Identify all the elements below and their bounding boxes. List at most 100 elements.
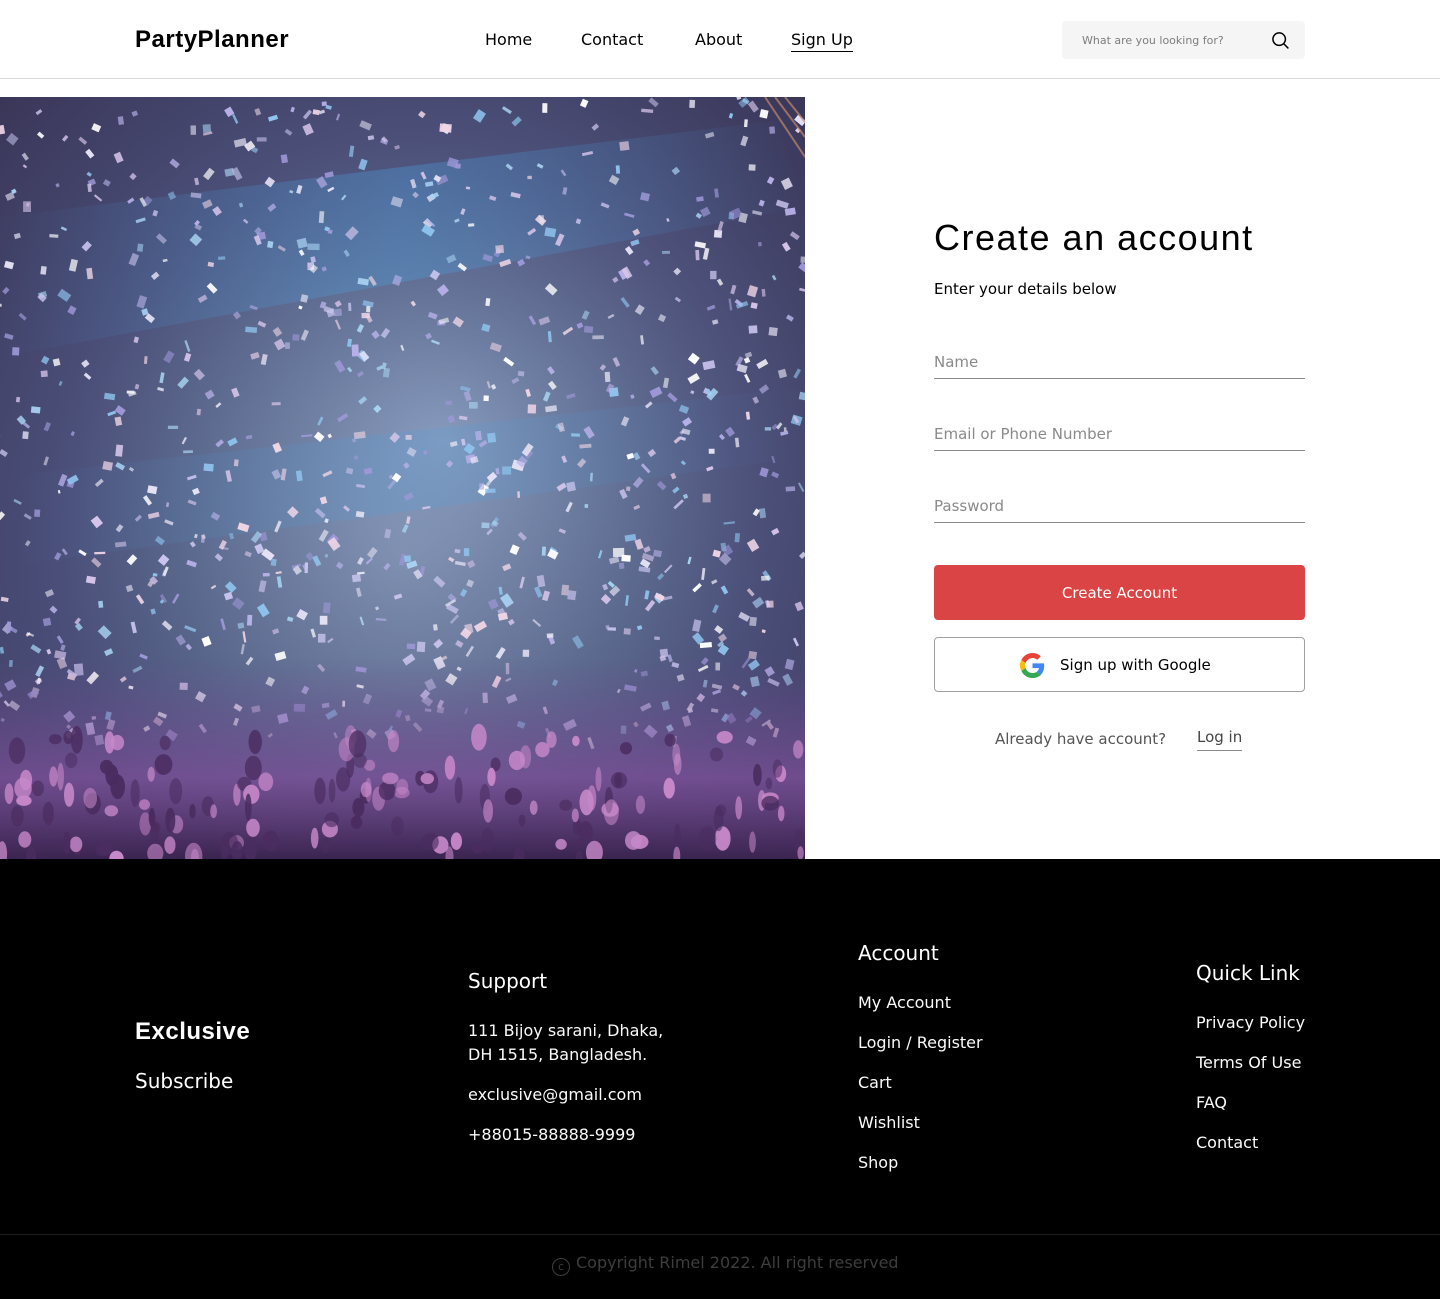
form-subtitle: Enter your details below <box>934 280 1117 298</box>
crowd-hand <box>420 773 434 785</box>
crowd-hand <box>262 830 280 852</box>
confetti-piece <box>307 243 320 251</box>
crowd-hand <box>471 723 487 751</box>
crowd-hand <box>454 776 463 804</box>
crowd-hand <box>635 795 646 814</box>
confetti-piece <box>785 486 796 492</box>
crowd-hand <box>65 752 78 768</box>
copyright: c Copyright Rimel 2022. All right reserve… <box>552 1252 899 1276</box>
confetti-piece <box>615 165 621 174</box>
footer-support-heading: Support <box>468 969 548 993</box>
crowd-hand <box>535 742 550 758</box>
confetti-piece <box>743 119 748 128</box>
crowd-hand <box>571 808 579 823</box>
confetti-piece <box>94 551 106 555</box>
confetti-piece <box>483 395 489 402</box>
crowd-hand <box>587 785 597 811</box>
crowd-hand <box>248 729 262 755</box>
confetti-piece <box>487 432 497 443</box>
footer-address-line2: DH 1515, Bangladesh. <box>468 1045 648 1064</box>
email-phone-field[interactable] <box>934 417 1305 451</box>
search-bar <box>1062 21 1305 59</box>
site-logo[interactable]: PartyPlanner <box>135 24 289 56</box>
nav-home[interactable]: Home <box>485 30 532 50</box>
confetti-piece <box>571 433 580 437</box>
confetti-piece <box>757 241 762 247</box>
confetti-piece <box>761 575 770 581</box>
crowd-hand <box>57 762 64 791</box>
confetti-piece <box>710 270 717 280</box>
confetti-piece <box>495 244 505 254</box>
crowd-hand <box>578 821 593 845</box>
footer-quick-link-heading: Quick Link <box>1196 961 1300 985</box>
crowd-hand <box>595 766 602 792</box>
name-field[interactable] <box>934 345 1305 379</box>
crowd-hand <box>246 818 260 837</box>
crowd-hand <box>4 783 14 805</box>
confetti-piece <box>612 547 625 557</box>
crowd-hand <box>481 827 495 852</box>
confetti-piece <box>583 325 594 334</box>
google-signup-button[interactable]: Sign up with Google <box>934 637 1305 692</box>
confetti-piece <box>98 600 104 608</box>
confetti-piece <box>30 406 41 414</box>
nav-contact[interactable]: Contact <box>581 30 643 50</box>
confetti-piece <box>196 408 201 416</box>
footer-link-privacy-policy[interactable]: Privacy Policy <box>1196 1012 1305 1034</box>
confetti-piece <box>654 636 660 641</box>
crowd-hand <box>148 807 156 828</box>
confetti-piece <box>618 562 625 570</box>
footer-link-wishlist[interactable]: Wishlist <box>858 1112 920 1134</box>
confetti-piece <box>382 367 390 378</box>
confetti-piece <box>416 641 426 653</box>
password-field[interactable] <box>934 489 1305 523</box>
confetti-piece <box>183 450 193 454</box>
crowd-hand <box>310 827 319 849</box>
search-input[interactable] <box>1082 30 1262 50</box>
crowd-hand <box>391 816 404 837</box>
confetti-piece <box>749 616 757 627</box>
crowd-hand <box>328 778 336 803</box>
crowd-hand <box>48 734 62 745</box>
footer-account-heading: Account <box>858 941 939 965</box>
footer-phone[interactable]: +88015-88888-9999 <box>468 1123 635 1147</box>
footer-link-terms-of-use[interactable]: Terms Of Use <box>1196 1052 1301 1074</box>
confetti-piece <box>623 628 631 635</box>
confetti-piece <box>237 622 245 629</box>
crowd-hand <box>70 725 83 754</box>
crowd-hand <box>716 731 733 744</box>
confetti-piece <box>366 305 371 313</box>
footer-link-faq[interactable]: FAQ <box>1196 1092 1227 1114</box>
footer-link-shop[interactable]: Shop <box>858 1152 898 1174</box>
crowd-hand <box>63 831 71 854</box>
footer-link-cart[interactable]: Cart <box>858 1072 892 1094</box>
confetti-piece <box>115 444 124 457</box>
crowd-hand <box>777 805 785 822</box>
confetti-piece <box>22 431 29 440</box>
footer-subscribe[interactable]: Subscribe <box>135 1068 233 1094</box>
footer-link-login-register[interactable]: Login / Register <box>858 1032 983 1054</box>
footer-email[interactable]: exclusive@gmail.com <box>468 1083 642 1107</box>
confetti-piece <box>517 370 525 377</box>
create-account-button[interactable]: Create Account <box>934 565 1305 620</box>
footer-link-my-account[interactable]: My Account <box>858 992 951 1014</box>
crowd-hand <box>189 804 196 819</box>
crowd-hand <box>674 823 681 848</box>
crowd-hand <box>719 828 731 841</box>
footer-link-contact[interactable]: Contact <box>1196 1132 1258 1154</box>
confetti-piece <box>23 201 31 213</box>
login-link[interactable]: Log in <box>1197 727 1243 751</box>
confetti-piece <box>117 116 125 125</box>
crowd-hand <box>487 767 496 787</box>
confetti-piece <box>15 396 21 403</box>
crowd-hand <box>360 781 372 798</box>
confetti-piece <box>351 574 361 583</box>
nav-about[interactable]: About <box>695 30 742 50</box>
confetti-piece <box>403 555 412 563</box>
confetti-piece <box>405 434 412 440</box>
confetti-piece <box>761 288 766 297</box>
crowd-hand <box>258 772 274 792</box>
search-icon[interactable] <box>1270 30 1290 50</box>
nav-sign-up[interactable]: Sign Up <box>791 30 853 52</box>
copyright-text: Copyright Rimel 2022. All right reserved <box>576 1253 899 1272</box>
